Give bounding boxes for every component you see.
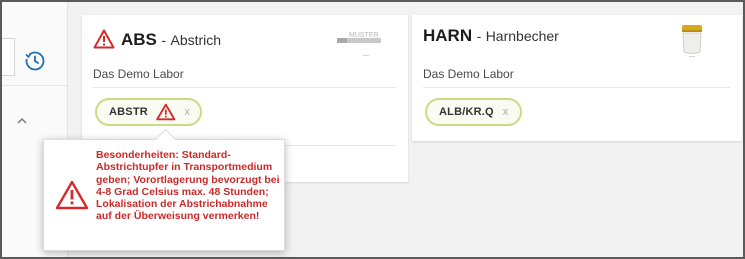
lab-name: Das Demo Labor: [93, 67, 184, 81]
sample-code: ABS: [121, 30, 157, 49]
chip-label: ABSTR: [109, 106, 148, 118]
sample-name: Harnbecher: [485, 28, 559, 44]
field-stub[interactable]: [2, 38, 15, 76]
title-separator: -: [161, 32, 167, 48]
side-divider: [2, 85, 67, 86]
warning-tooltip: Besonderheiten: Standard-Abstrichtupfer …: [43, 128, 285, 251]
parameter-chip-abstr[interactable]: ABSTR x: [95, 98, 202, 126]
parameter-chip-albkrq[interactable]: ALB/KR.Q x: [425, 98, 522, 126]
title-separator: -: [476, 28, 482, 44]
image-caption: MUSTER: [349, 32, 379, 39]
sample-name: Abstrich: [170, 32, 222, 48]
card-divider: [284, 145, 396, 146]
card-divider: [423, 87, 730, 88]
warning-icon[interactable]: [156, 103, 176, 121]
remove-chip-button[interactable]: x: [503, 106, 509, 118]
warning-icon: [55, 180, 89, 210]
chevron-up-icon[interactable]: [16, 116, 28, 126]
chip-label: ALB/KR.Q: [439, 106, 494, 118]
sample-code: HARN: [423, 26, 473, 45]
clock-icon[interactable]: [24, 50, 46, 72]
card-title: HARN - Harnbecher: [423, 26, 559, 46]
swab-sample-image: MUSTER: [337, 32, 381, 56]
tooltip-text: Besonderheiten: Standard-Abstrichtupfer …: [96, 149, 280, 223]
remove-chip-button[interactable]: x: [185, 106, 191, 118]
urine-cup-image: [682, 25, 702, 57]
card-divider: [93, 87, 396, 88]
warning-icon: [93, 29, 115, 49]
lab-name: Das Demo Labor: [423, 67, 514, 81]
card-title: ABS - Abstrich: [121, 30, 221, 50]
app-frame: ABS - Abstrich MUSTER Das Demo Labor ABS…: [0, 0, 745, 259]
